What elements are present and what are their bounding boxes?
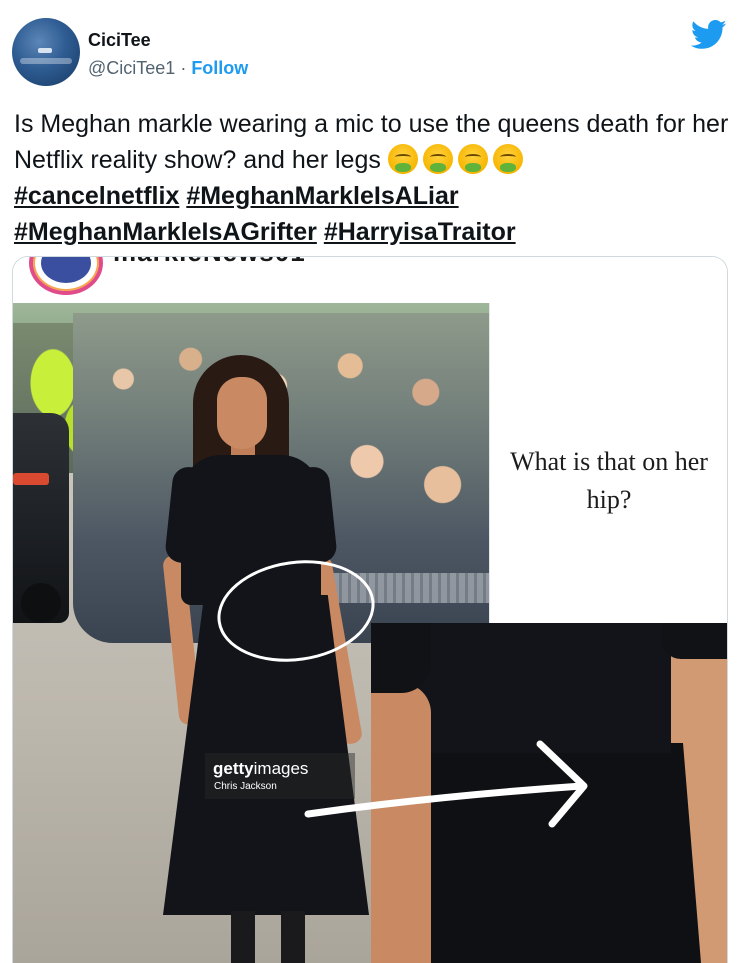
tweet-body: Is Meghan markle wearing a mic to use th…: [14, 110, 729, 174]
nauseated-face-icon: [422, 144, 453, 174]
avatar[interactable]: [12, 18, 80, 86]
tweet-media[interactable]: markleNews01: [12, 256, 728, 963]
user-handle[interactable]: @CiciTee1: [88, 58, 175, 78]
tweet-text: Is Meghan markle wearing a mic to use th…: [14, 106, 729, 250]
twitter-bird-icon[interactable]: [691, 20, 727, 50]
arrow-icon: [304, 740, 588, 828]
hashtag-link[interactable]: #MeghanMarkleIsAGrifter: [14, 218, 317, 246]
avatar-boat: [38, 48, 52, 53]
avatar-wave: [20, 58, 72, 64]
hashtag-link[interactable]: #cancelnetflix: [14, 182, 179, 210]
question-text: What is that on her hip?: [510, 447, 708, 514]
question-panel: What is that on her hip?: [489, 303, 727, 623]
follow-button[interactable]: Follow: [191, 58, 248, 78]
car: [13, 413, 69, 623]
tweet-card: CiciTee @CiciTee1 · Follow Is Meghan mar…: [0, 0, 745, 963]
hashtag-link[interactable]: #HarryisaTraitor: [324, 218, 516, 246]
handle-line: @CiciTee1 · Follow: [88, 58, 248, 79]
source-logo: [29, 257, 103, 295]
media-header: markleNews01: [13, 257, 727, 303]
nauseated-face-icon: [457, 144, 488, 174]
hashtag-link[interactable]: #MeghanMarkleIsALiar: [186, 182, 458, 210]
watermark-credit: Chris Jackson: [214, 781, 277, 792]
source-name: markleNews01: [113, 257, 306, 268]
handle-separator: ·: [175, 58, 192, 78]
nauseated-face-icon: [387, 144, 418, 174]
watermark-brand: gettyimages: [213, 759, 309, 778]
nauseated-face-icon: [492, 144, 523, 174]
display-name[interactable]: CiciTee: [88, 30, 151, 51]
